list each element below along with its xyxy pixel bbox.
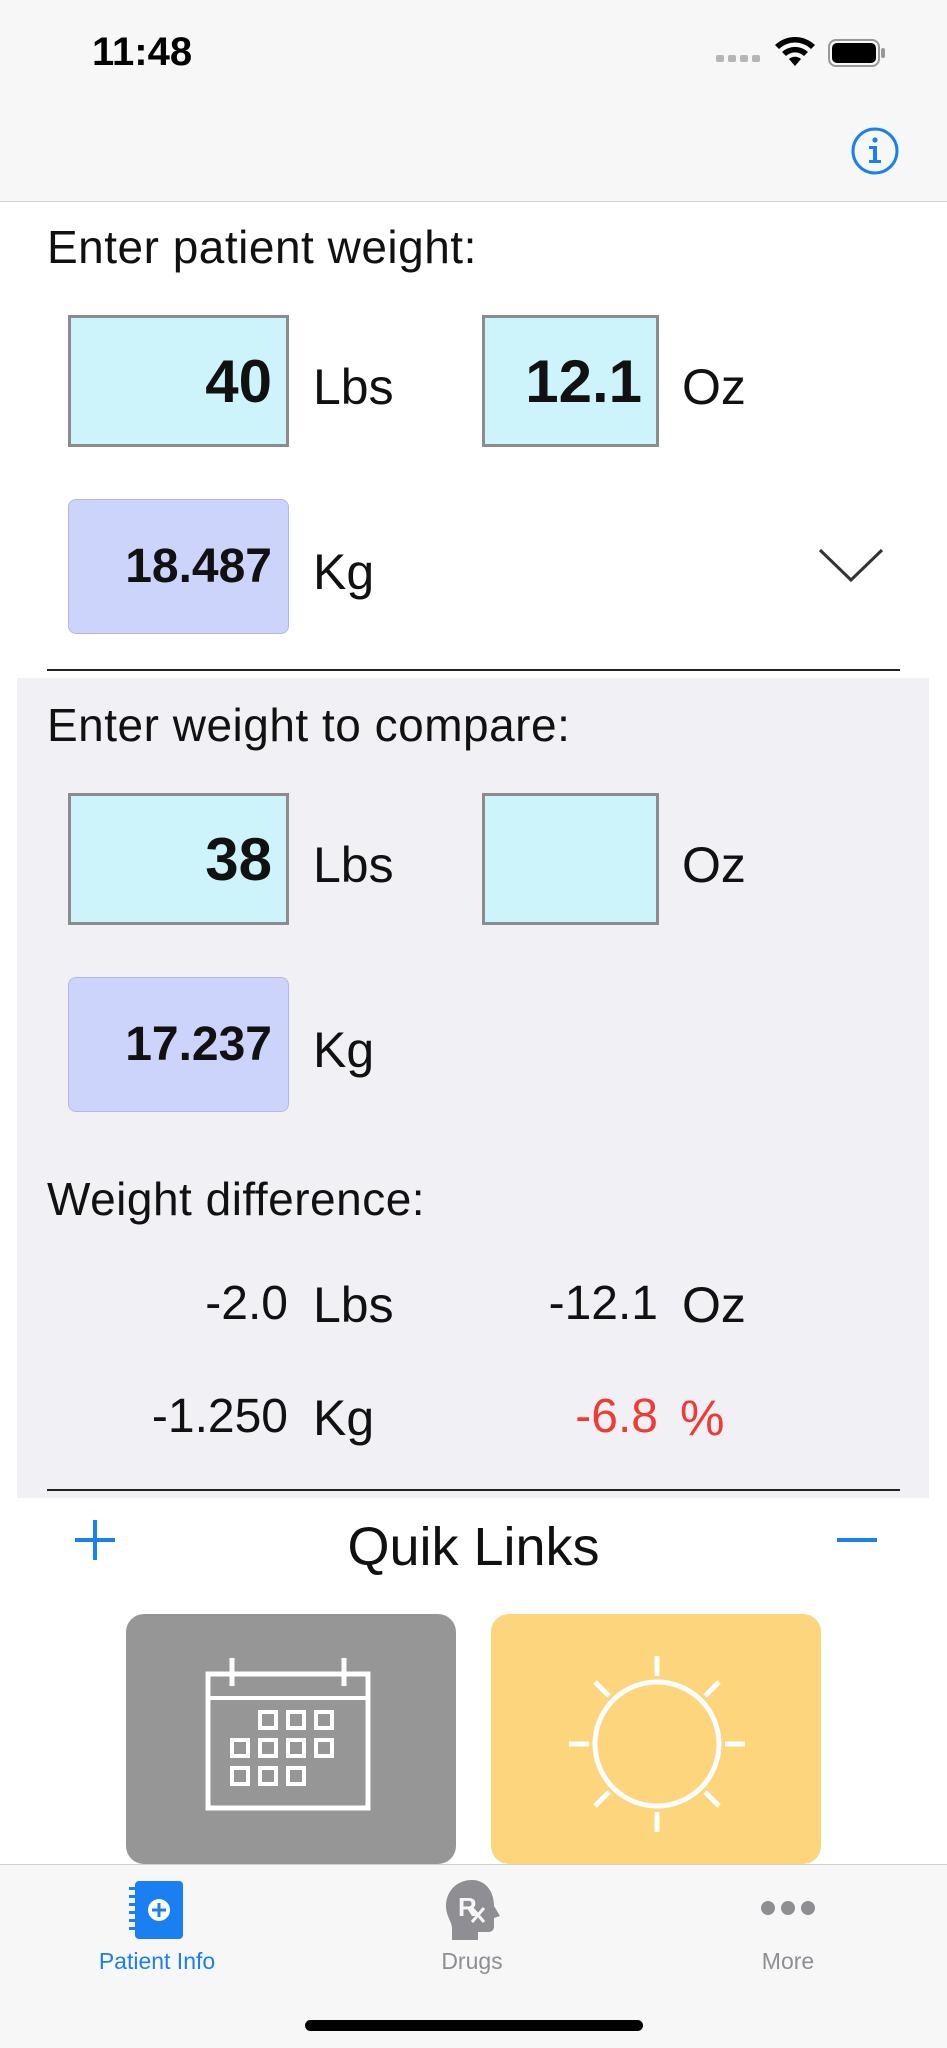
tab-label: Drugs xyxy=(441,1948,503,1974)
difference-lbs-unit: Lbs xyxy=(313,1277,394,1333)
difference-percent-unit: % xyxy=(680,1390,725,1446)
add-link-button[interactable] xyxy=(70,1512,120,1568)
section-divider xyxy=(47,669,900,671)
difference-oz-value: -12.1 xyxy=(548,1277,658,1330)
rx-head-icon: R xyxy=(446,1880,500,1940)
difference-lbs-value: -2.0 xyxy=(205,1277,288,1330)
tab-more[interactable]: More xyxy=(688,1874,888,1984)
quik-links-title: Quik Links xyxy=(347,1517,600,1577)
wifi-icon xyxy=(775,37,815,66)
compare-oz-unit: Oz xyxy=(682,837,746,893)
cellular-signal-icon xyxy=(716,55,760,62)
difference-percent-value: -6.8 xyxy=(575,1390,658,1443)
difference-kg-unit: Kg xyxy=(313,1390,375,1446)
patient-lbs-unit: Lbs xyxy=(313,359,394,415)
chevron-down-icon[interactable] xyxy=(818,548,884,584)
tab-label: Patient Info xyxy=(98,1948,216,1974)
more-icon xyxy=(761,1901,815,1915)
tab-label: More xyxy=(761,1948,815,1974)
patient-oz-unit: Oz xyxy=(682,359,746,415)
section-divider xyxy=(47,1489,900,1491)
compare-oz-input[interactable] xyxy=(482,793,659,925)
compare-lbs-unit: Lbs xyxy=(313,837,394,893)
battery-icon xyxy=(828,39,885,67)
patient-oz-input[interactable]: 12.1 xyxy=(482,315,659,447)
difference-oz-unit: Oz xyxy=(682,1277,746,1333)
home-indicator xyxy=(305,2020,643,2031)
tab-patient-info[interactable]: Patient Info xyxy=(57,1874,257,1984)
quik-link-tile-age[interactable] xyxy=(126,1614,456,1864)
remove-link-button[interactable] xyxy=(832,1512,882,1568)
compare-kg-value: 17.237 xyxy=(68,977,289,1112)
calendar-icon xyxy=(205,1658,371,1811)
patient-lbs-input[interactable]: 40 xyxy=(68,315,289,447)
compare-kg-unit: Kg xyxy=(313,1022,375,1078)
patient-info-icon xyxy=(129,1881,183,1939)
difference-kg-value: -1.250 xyxy=(151,1390,288,1443)
sun-icon xyxy=(569,1656,745,1832)
tab-drugs[interactable]: R Drugs xyxy=(372,1874,572,1984)
compare-lbs-input[interactable]: 38 xyxy=(68,793,289,925)
compare-weight-title: Enter weight to compare: xyxy=(47,699,571,751)
patient-kg-value: 18.487 xyxy=(68,499,289,634)
quik-link-tile-bilirubin[interactable] xyxy=(491,1614,821,1864)
patient-weight-title: Enter patient weight: xyxy=(47,221,477,273)
patient-kg-unit: Kg xyxy=(313,544,375,600)
info-icon[interactable] xyxy=(850,126,900,176)
status-time: 11:48 xyxy=(92,30,193,74)
weight-difference-title: Weight difference: xyxy=(47,1173,426,1225)
